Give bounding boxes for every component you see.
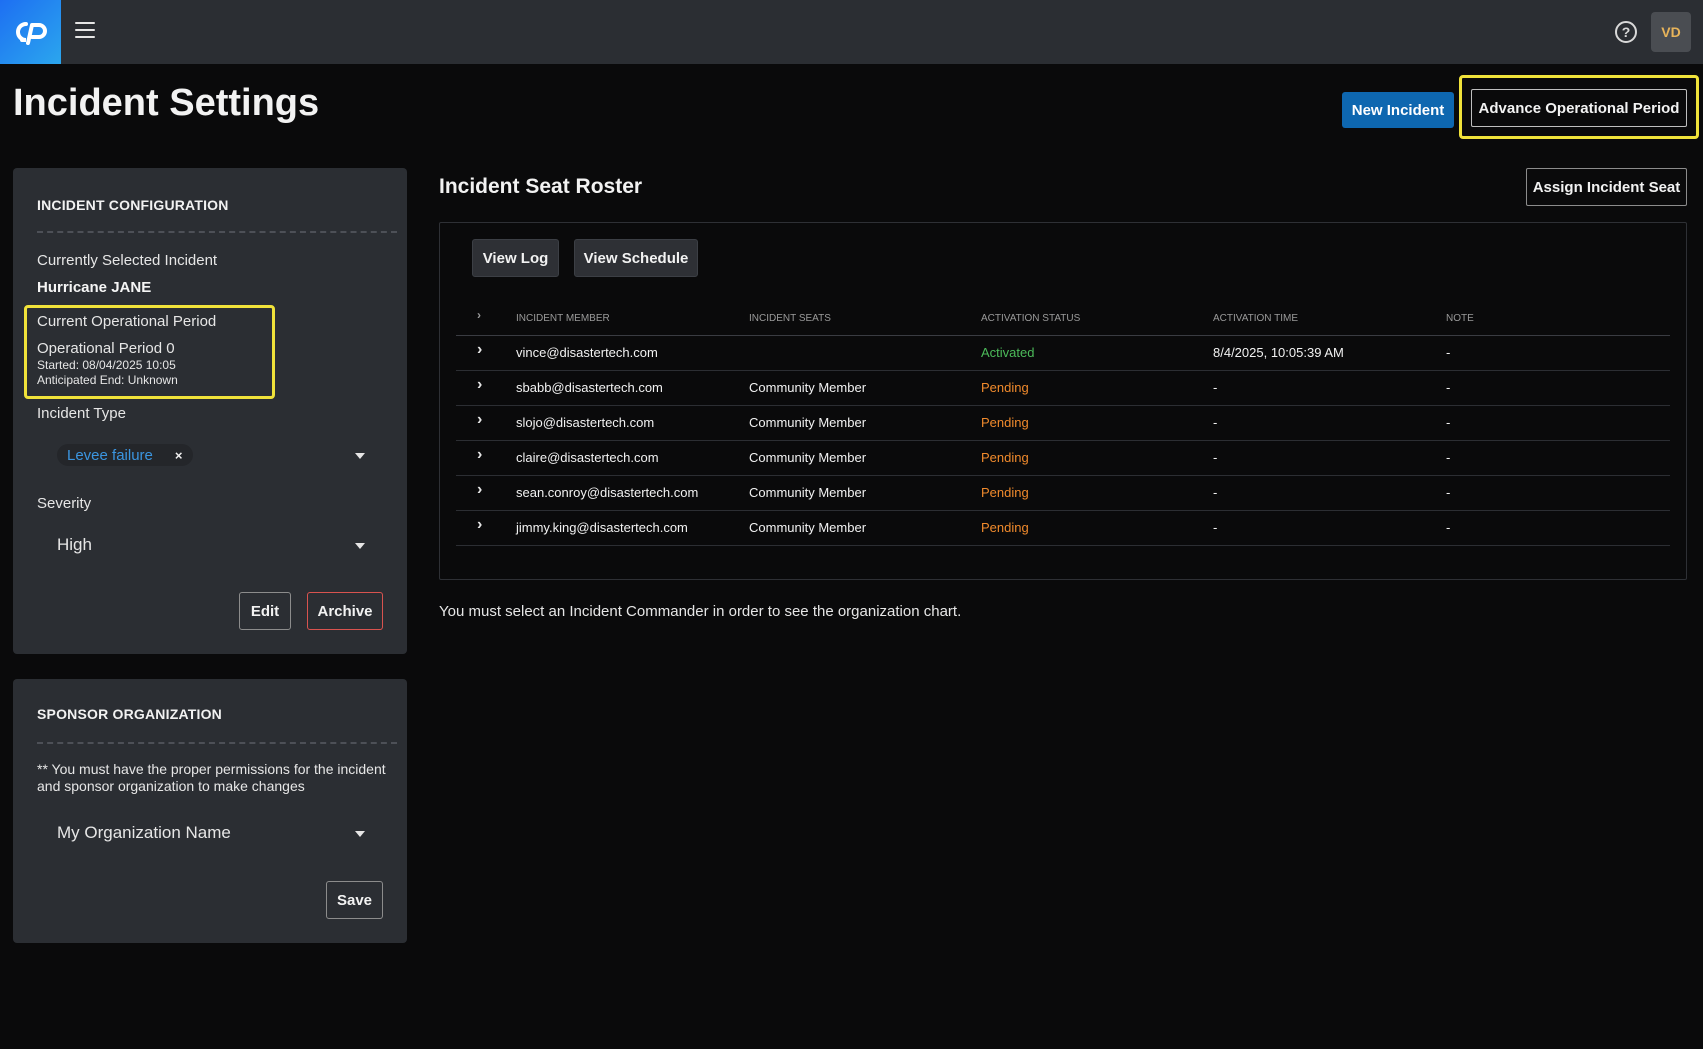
permissions-note: ** You must have the proper permissions … (37, 761, 386, 794)
table-cell-seat: Community Member (749, 520, 867, 535)
advance-operational-period-button[interactable]: Advance Operational Period (1471, 89, 1687, 127)
top-navigation-bar: ? VD (0, 0, 1703, 64)
app-logo[interactable] (0, 0, 61, 64)
divider (37, 742, 397, 744)
table-cell-time: - (1213, 380, 1218, 395)
expand-row-icon[interactable]: › (477, 446, 482, 464)
table-cell-seat: Community Member (749, 485, 867, 500)
column-header-member: INCIDENT MEMBER (516, 313, 610, 324)
table-cell-seat: Community Member (749, 450, 867, 465)
table-row-divider (456, 440, 1670, 441)
table-cell-seat: Community Member (749, 415, 867, 430)
table-cell-note: - (1446, 380, 1451, 395)
incident-type-dropdown-icon[interactable] (355, 453, 365, 459)
sponsor-organization-panel: SPONSOR ORGANIZATION ** You must have th… (13, 679, 407, 943)
table-cell-time: - (1213, 520, 1218, 535)
table-cell-note: - (1446, 520, 1451, 535)
assign-incident-seat-button[interactable]: Assign Incident Seat (1526, 168, 1687, 206)
expand-row-icon[interactable]: › (477, 341, 482, 359)
op-period-label: Current Operational Period (37, 313, 217, 330)
organization-select[interactable]: My Organization Name (57, 823, 231, 843)
selected-incident-value: Hurricane JANE (37, 279, 152, 296)
table-cell-seat: Community Member (749, 380, 867, 395)
op-period-name: Operational Period 0 (37, 340, 175, 357)
column-header-seats: INCIDENT SEATS (749, 313, 831, 324)
incident-type-label: Incident Type (37, 405, 126, 422)
archive-button[interactable]: Archive (307, 592, 383, 630)
severity-dropdown-icon[interactable] (355, 543, 365, 549)
table-cell-time: - (1213, 450, 1218, 465)
incident-configuration-panel: INCIDENT CONFIGURATION Currently Selecte… (13, 168, 407, 654)
header-divider (456, 335, 1670, 336)
logo-icon (15, 22, 47, 45)
table-cell-note: - (1446, 485, 1451, 500)
expand-all-icon[interactable]: › (477, 308, 481, 322)
column-header-time: ACTIVATION TIME (1213, 313, 1299, 324)
divider (37, 231, 397, 233)
severity-label: Severity (37, 495, 92, 512)
hamburger-menu-icon[interactable] (75, 22, 95, 40)
table-cell-member: sean.conroy@disastertech.com (516, 485, 699, 500)
org-chart-message: You must select an Incident Commander in… (439, 603, 962, 620)
sponsor-organization-heading: SPONSOR ORGANIZATION (37, 706, 222, 722)
view-log-button[interactable]: View Log (472, 239, 559, 277)
expand-row-icon[interactable]: › (477, 516, 482, 534)
roster-title: Incident Seat Roster (439, 175, 643, 198)
severity-select[interactable]: High (57, 535, 92, 555)
table-cell-member: sbabb@disastertech.com (516, 380, 663, 395)
new-incident-button[interactable]: New Incident (1342, 92, 1454, 128)
save-button[interactable]: Save (326, 881, 383, 919)
expand-row-icon[interactable]: › (477, 481, 482, 499)
table-cell-status: Pending (981, 380, 1029, 395)
column-header-note: NOTE (1446, 313, 1474, 324)
op-period-end: Anticipated End: Unknown (37, 373, 178, 387)
op-period-started: Started: 08/04/2025 10:05 (37, 358, 176, 372)
table-cell-status: Activated (981, 345, 1035, 360)
expand-row-icon[interactable]: › (477, 376, 482, 394)
table-cell-note: - (1446, 450, 1451, 465)
table-row-divider (456, 475, 1670, 476)
table-cell-time: 8/4/2025, 10:05:39 AM (1213, 345, 1344, 360)
table-cell-time: - (1213, 485, 1218, 500)
selected-incident-label: Currently Selected Incident (37, 252, 218, 269)
help-icon[interactable]: ? (1615, 21, 1637, 43)
table-cell-member: jimmy.king@disastertech.com (516, 520, 688, 535)
table-cell-status: Pending (981, 520, 1029, 535)
table-cell-status: Pending (981, 415, 1029, 430)
table-cell-status: Pending (981, 485, 1029, 500)
table-row-divider (456, 510, 1670, 511)
user-avatar[interactable]: VD (1651, 12, 1691, 52)
remove-chip-icon[interactable]: × (175, 448, 183, 463)
table-row-divider (456, 405, 1670, 406)
column-header-status: ACTIVATION STATUS (981, 313, 1081, 324)
table-cell-member: vince@disastertech.com (516, 345, 658, 360)
incident-type-chip: Levee failure × (57, 444, 193, 466)
table-row-divider (456, 370, 1670, 371)
table-cell-time: - (1213, 415, 1218, 430)
view-schedule-button[interactable]: View Schedule (574, 239, 698, 277)
organization-dropdown-icon[interactable] (355, 831, 365, 837)
table-cell-note: - (1446, 415, 1451, 430)
table-cell-status: Pending (981, 450, 1029, 465)
table-cell-member: slojo@disastertech.com (516, 415, 655, 430)
table-row-divider (456, 545, 1670, 546)
expand-row-icon[interactable]: › (477, 411, 482, 429)
incident-configuration-heading: INCIDENT CONFIGURATION (37, 197, 229, 213)
table-cell-member: claire@disastertech.com (516, 450, 659, 465)
table-cell-note: - (1446, 345, 1451, 360)
edit-button[interactable]: Edit (239, 592, 291, 630)
incident-type-chip-label: Levee failure (67, 446, 153, 464)
page-title: Incident Settings (13, 82, 320, 124)
